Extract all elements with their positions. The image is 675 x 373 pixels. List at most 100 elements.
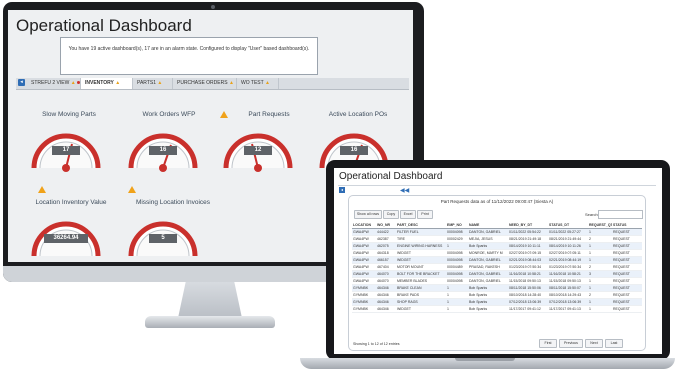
table-cell: GYMNBK	[352, 284, 376, 292]
previous-page-button[interactable]: Previous	[559, 339, 583, 348]
table-row[interactable]: GWA4PW 444422 FILTER FUEL 00004098 DANTON, G…	[352, 228, 642, 236]
tab-strefu-2-view[interactable]: STREFU 2 VIEW ▲	[27, 78, 81, 89]
warning-icon: ▲	[265, 80, 270, 86]
sidebar-toggle-icon[interactable]: ◂	[18, 79, 25, 86]
table-row[interactable]: GYMNBK 464346 BRAKE PADS 1 Bob Sparks 08/10/2…	[352, 291, 642, 299]
table-cell: GWA4PW	[352, 235, 376, 243]
tab-label: INVENTORY	[85, 80, 114, 86]
print-button[interactable]: Print	[417, 210, 433, 219]
table-row[interactable]: GYMNBK 464346 WIDGET 1 Bob Sparks 11/17/2017 …	[352, 305, 642, 313]
show-all-rows-button[interactable]: Show all rows	[354, 210, 382, 219]
table-cell: Bob Sparks	[468, 284, 508, 292]
search-label: Search:	[585, 212, 599, 217]
table-cell: 00004098	[446, 277, 468, 285]
gauge-slow-moving-parts[interactable]: 17	[30, 128, 102, 172]
table-cell: DANTON, GABRIEL	[468, 228, 508, 236]
part-requests-card: Part Requests data as of 11/12/2022 09:0…	[348, 195, 646, 351]
table-cell: GWA4PW	[352, 249, 376, 257]
table-cell: 08/14/2019 10:11:26	[548, 242, 588, 250]
last-page-button[interactable]: Last	[605, 339, 623, 348]
next-page-button[interactable]: Next	[585, 339, 603, 348]
table-row[interactable]: GWA4PW 464070 BOLT FOR THE BRACKET 00004098…	[352, 270, 642, 278]
table-cell: 00004098	[446, 249, 468, 257]
excel-button[interactable]: Excel	[400, 210, 416, 219]
table-cell: 11/16/2018 10:58:21	[508, 270, 548, 278]
table-cell: 00004098	[446, 270, 468, 278]
table-row[interactable]: GWA4PW 462387 TIRE 00002429 MEJIA, JESUS 08/2…	[352, 235, 642, 243]
laptop-screen: Operational Dashboard ◂ ◀◀ Part Requests…	[334, 168, 662, 354]
table-cell: REQUEST	[612, 263, 642, 271]
alarm-dot-icon	[76, 81, 80, 84]
table-cell: 1	[588, 228, 612, 236]
table-row[interactable]: GWA4PW 462075 ENGINE WIRING HARNESS 1 Bob Sp…	[352, 242, 642, 250]
table-row[interactable]: GWA4PW 466157 WIDGET 00004098 DANTON, GABRIE…	[352, 256, 642, 264]
gauge-missing-location-invoices[interactable]: 5	[127, 216, 199, 260]
table-cell: 00004098	[446, 228, 468, 236]
table-cell: 11/15/2018 09:50:13	[548, 277, 588, 285]
panel-label-active-location-pos: Active Location POs	[328, 111, 388, 118]
table-cell: 1	[588, 256, 612, 264]
table-cell: MEJIA, JESUS	[468, 235, 508, 243]
table-cell: REQUEST	[612, 291, 642, 299]
table-cell: REQUEST	[612, 270, 642, 278]
gauge-part-requests[interactable]: 12	[222, 128, 294, 172]
table-row[interactable]: GWA4PW 464318 WIDGET 00004098 MONROE, MARTY …	[352, 249, 642, 257]
copy-button[interactable]: Copy	[383, 210, 399, 219]
table-cell: 08/14/2019 10:11:11	[508, 242, 548, 250]
tab-parts1[interactable]: PARTS1 ▲	[133, 78, 173, 89]
table-cell: 3	[588, 270, 612, 278]
table-row[interactable]: GWA4PW 467404 MOTOR MOUNT 00004489 PRASAD, R…	[352, 263, 642, 271]
table-cell: 02/27/2019 07:09:15	[508, 249, 548, 257]
table-cell: 2	[588, 235, 612, 243]
search-input[interactable]	[598, 210, 643, 219]
table-row[interactable]: GYMNBK 464346 SHOP RAGS 1 Bob Sparks 07/12/20…	[352, 298, 642, 306]
gauge-work-orders-wfp[interactable]: 16	[127, 128, 199, 172]
tab-wo-test[interactable]: WO TEST ▲	[237, 78, 279, 89]
panel-label-slow-moving-parts: Slow Moving Parts	[42, 111, 96, 118]
table-cell: 1	[588, 277, 612, 285]
table-cell: REQUEST	[612, 298, 642, 306]
table-cell: GYMNBK	[352, 291, 376, 299]
laptop-notch	[455, 358, 515, 361]
table-cell: 01/23/2019 07:50:34	[548, 263, 588, 271]
table-cell: WIDGET	[396, 249, 446, 257]
table-cell: 462075	[376, 242, 396, 250]
tab-inventory[interactable]: INVENTORY ▲	[81, 78, 133, 89]
table-cell: 07/12/2018 13:06:39	[548, 298, 588, 306]
table-cell: GWA4PW	[352, 270, 376, 278]
table-cell: 1	[588, 298, 612, 306]
gauge-value: 5	[149, 234, 177, 243]
table-cell: WIDGET	[396, 256, 446, 264]
table-row[interactable]: GWA4PW 464070 MEMBER BLADES 00004098 DANTON,…	[352, 277, 642, 285]
table-row[interactable]: GYMNBK 464346 BRAKE CLEAN 1 Bob Sparks 08/11/…	[352, 284, 642, 292]
tab-purchase-orders[interactable]: PURCHASE ORDERS ▲	[173, 78, 237, 89]
table-cell: 1	[588, 284, 612, 292]
table-cell: 00004489	[446, 263, 468, 271]
table-cell: GYMNBK	[352, 305, 376, 313]
gauge-location-inventory-value[interactable]: 36264.94	[30, 216, 102, 260]
table-cell: PRASAD, RAKESH	[468, 263, 508, 271]
warning-icon: ▲	[228, 80, 234, 86]
table-cell: 08/10/2018 14:29:43	[548, 291, 588, 299]
table-cell: 00004098	[446, 256, 468, 264]
gauge-value: 16	[149, 146, 177, 155]
table-cell: GWA4PW	[352, 256, 376, 264]
table-cell: SHOP RAGS	[396, 298, 446, 306]
table-cell: 01/23/2019 07:50:34	[508, 263, 548, 271]
double-chevron-left-icon[interactable]: ◀◀	[400, 187, 409, 194]
table-cell: BRAKE PADS	[396, 291, 446, 299]
table-cell: REQUEST	[612, 242, 642, 250]
panel-label-work-orders-wfp: Work Orders WFP	[142, 111, 196, 118]
gauge-value: 16	[340, 146, 368, 155]
table-cell: MONROE, MARTY M	[468, 249, 508, 257]
table-cell: 1	[446, 242, 468, 250]
panel-label-location-inventory-value: Location Inventory Value	[35, 199, 107, 206]
table-cell: DANTON, GABRIEL	[468, 270, 508, 278]
table-cell: 1	[588, 249, 612, 257]
table-cell: 01/11/2022 05:27:27	[548, 228, 588, 236]
table-cell: 08/21/2019 21:49:44	[548, 235, 588, 243]
first-page-button[interactable]: First	[539, 339, 557, 348]
sidebar-toggle-icon[interactable]: ◂	[339, 187, 345, 193]
table-cell: REQUEST	[612, 235, 642, 243]
table-cell: 464070	[376, 270, 396, 278]
